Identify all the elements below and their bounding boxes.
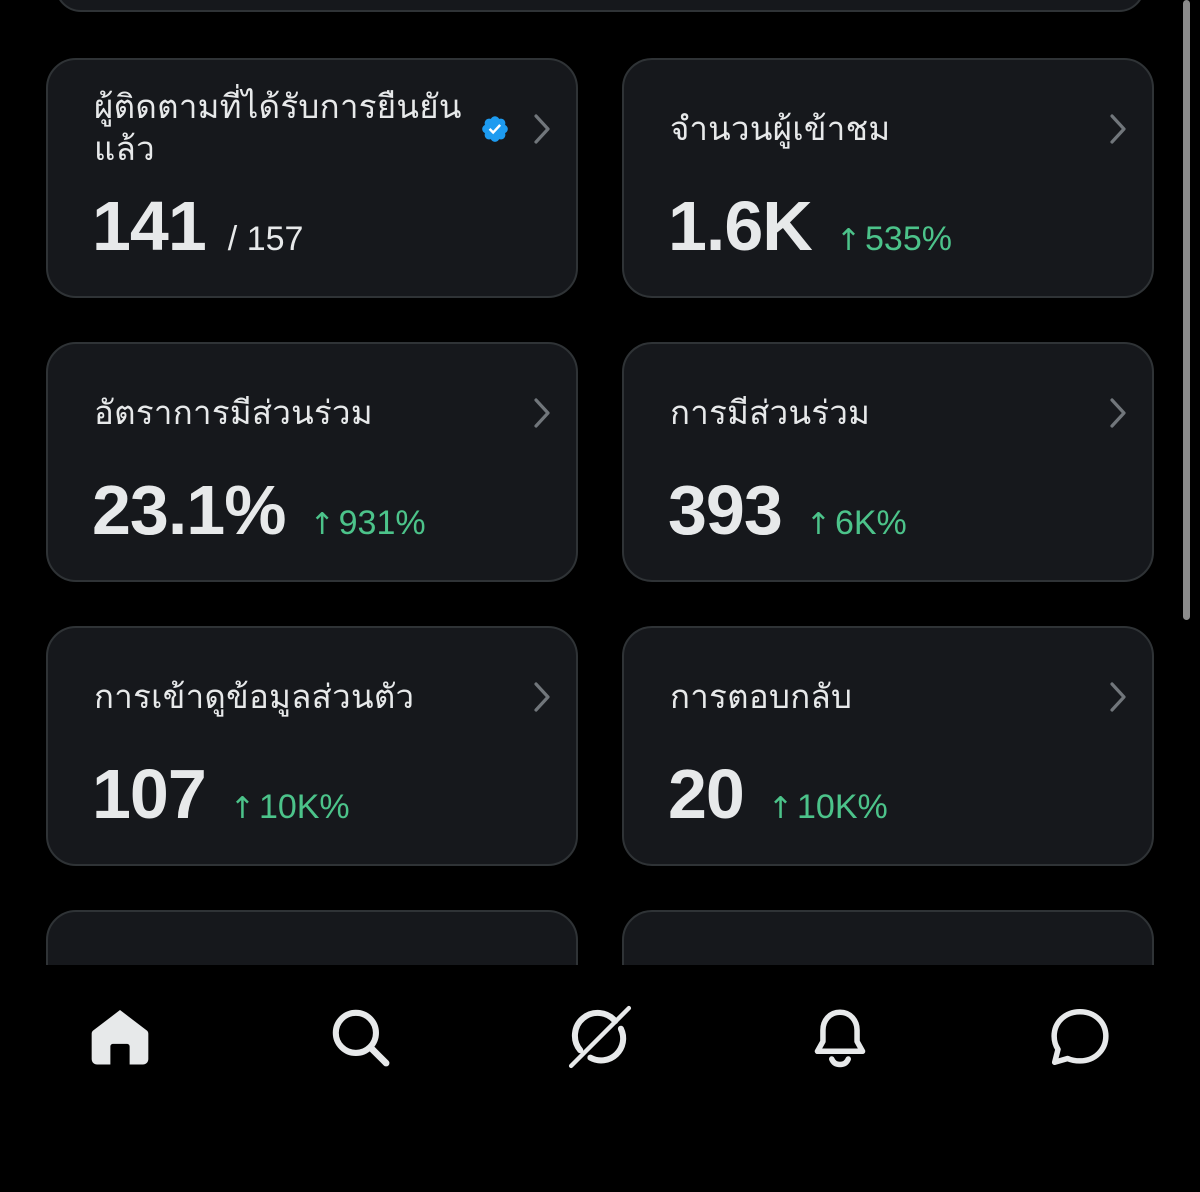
arrow-up-icon: ↑	[805, 507, 831, 542]
grok-icon	[568, 1005, 632, 1069]
bell-icon	[814, 1009, 866, 1068]
metric-change: ↑ 931%	[309, 504, 425, 543]
tab-notifications[interactable]	[800, 997, 880, 1077]
metric-value: 393	[668, 471, 783, 549]
message-icon	[1051, 1008, 1109, 1066]
previous-card-edge	[55, 0, 1145, 12]
chevron-right-icon	[534, 114, 550, 144]
arrow-up-icon: ↑	[229, 791, 255, 826]
chevron-right-icon	[1110, 682, 1126, 712]
metric-change: ↑ 10K%	[768, 788, 888, 827]
metric-change: ↑ 6K%	[806, 504, 907, 543]
change-value: 6K%	[834, 504, 907, 542]
change-value: 931%	[338, 504, 426, 542]
card-title: อัตราการมีส่วนร่วม	[94, 393, 373, 432]
scrollbar[interactable]	[1183, 0, 1190, 620]
card-metric: 1.6K ↑ 535%	[668, 188, 952, 264]
metric-change: ↑ 535%	[836, 220, 952, 259]
change-value: 10K%	[258, 788, 350, 826]
bottom-tab-bar	[0, 965, 1200, 1192]
metric-value: 141	[92, 187, 207, 265]
card-metric: 20 ↑ 10K%	[668, 756, 888, 832]
card-impressions[interactable]: จำนวนผู้เข้าชม 1.6K ↑ 535%	[622, 58, 1154, 298]
tab-messages[interactable]	[1040, 997, 1120, 1077]
tab-search[interactable]	[320, 997, 400, 1077]
card-engagements[interactable]: การมีส่วนร่วม 393 ↑ 6K%	[622, 342, 1154, 582]
card-engagement-rate[interactable]: อัตราการมีส่วนร่วม 23.1% ↑ 931%	[46, 342, 578, 582]
home-icon	[91, 1010, 149, 1065]
card-metric: 107 ↑ 10K%	[92, 756, 350, 832]
card-title: ผู้ติดตามที่ได้รับการยืนยันแล้ว	[94, 87, 462, 168]
search-icon	[332, 1009, 390, 1067]
card-replies[interactable]: การตอบกลับ 20 ↑ 10K%	[622, 626, 1154, 866]
card-metric: 393 ↑ 6K%	[668, 472, 907, 548]
card-metric: 23.1% ↑ 931%	[92, 472, 426, 548]
card-title: จำนวนผู้เข้าชม	[670, 109, 891, 148]
chevron-right-icon	[1110, 398, 1126, 428]
tab-grok[interactable]	[560, 997, 640, 1077]
chevron-right-icon	[534, 682, 550, 712]
card-profile-visits[interactable]: การเข้าดูข้อมูลส่วนตัว 107 ↑ 10K%	[46, 626, 578, 866]
metric-value: 107	[92, 755, 207, 833]
metric-value: 23.1%	[92, 471, 286, 549]
metric-value: 1.6K	[668, 187, 813, 265]
chevron-right-icon	[534, 398, 550, 428]
chevron-right-icon	[1110, 114, 1126, 144]
card-metric: 141 / 157	[92, 188, 303, 264]
metric-value: 20	[668, 755, 745, 833]
metric-total: / 157	[227, 220, 304, 258]
change-value: 10K%	[797, 788, 888, 826]
card-title: การตอบกลับ	[670, 677, 853, 716]
verified-badge-icon	[482, 116, 508, 142]
arrow-up-icon: ↑	[835, 223, 862, 258]
arrow-up-icon: ↑	[309, 507, 335, 542]
tab-home[interactable]	[80, 997, 160, 1077]
card-title: การเข้าดูข้อมูลส่วนตัว	[94, 677, 415, 716]
card-title: การมีส่วนร่วม	[670, 393, 871, 432]
change-value: 535%	[865, 220, 952, 258]
arrow-up-icon: ↑	[767, 791, 794, 826]
card-verified-followers[interactable]: ผู้ติดตามที่ได้รับการยืนยันแล้ว 141 / 15…	[46, 58, 578, 298]
metric-change: ↑ 10K%	[230, 788, 350, 827]
